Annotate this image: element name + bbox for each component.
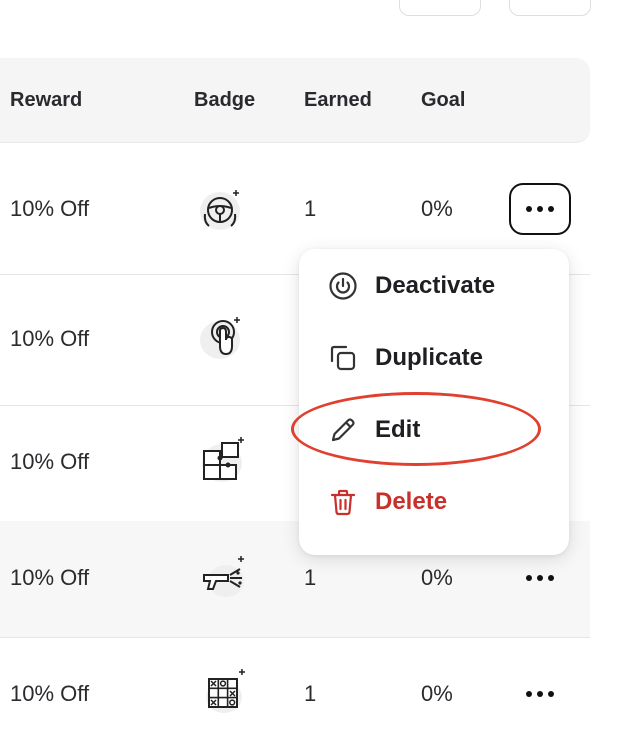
goal-cell: 0% <box>421 565 453 590</box>
earned-cell: 1 <box>304 681 317 706</box>
steering-wheel-icon <box>196 184 246 234</box>
puzzle-icon <box>198 435 248 485</box>
pencil-icon <box>327 414 359 446</box>
more-options-button[interactable] <box>509 668 571 720</box>
more-options-button[interactable] <box>509 552 571 604</box>
more-dots-icon <box>526 206 532 212</box>
header-goal: Goal <box>421 89 466 111</box>
more-options-button[interactable] <box>509 183 571 235</box>
table-header: Reward Badge Earned Goal <box>0 58 590 143</box>
goal-cell: 0% <box>421 681 453 706</box>
tic-tac-toe-icon <box>200 667 250 717</box>
reward-cell: 10% Off <box>10 449 90 474</box>
earned-cell: 1 <box>304 565 317 590</box>
menu-item-label: Deactivate <box>375 272 496 299</box>
header-earned: Earned <box>304 89 372 111</box>
menu-item-label: Edit <box>375 416 421 443</box>
earned-cell: 1 <box>304 196 317 221</box>
header-badge: Badge <box>194 89 256 111</box>
header-reward: Reward <box>10 89 83 111</box>
reward-cell: 10% Off <box>10 326 90 351</box>
more-dots-icon <box>526 575 532 581</box>
laser-gun-icon <box>200 551 250 601</box>
row-actions-menu: Deactivate Duplicate Edit Delete <box>299 249 569 555</box>
menu-item-label: Duplicate <box>375 344 484 371</box>
top-action-button-2[interactable] <box>509 0 591 16</box>
menu-item-duplicate[interactable]: Duplicate <box>327 338 547 378</box>
menu-item-deactivate[interactable]: Deactivate <box>327 266 547 306</box>
more-dots-icon <box>526 691 532 697</box>
top-action-button-1[interactable] <box>399 0 481 16</box>
reward-cell: 10% Off <box>10 681 90 706</box>
trash-icon <box>327 486 359 518</box>
power-icon <box>327 270 359 302</box>
duplicate-icon <box>327 342 359 374</box>
tap-finger-icon <box>196 312 246 362</box>
rewards-table: Reward Badge Earned Goal <box>0 58 590 143</box>
menu-item-edit[interactable]: Edit <box>327 410 547 450</box>
menu-item-delete[interactable]: Delete <box>327 482 547 522</box>
menu-item-label: Delete <box>375 488 448 515</box>
goal-cell: 0% <box>421 196 453 221</box>
reward-cell: 10% Off <box>10 565 90 590</box>
reward-cell: 10% Off <box>10 196 90 221</box>
